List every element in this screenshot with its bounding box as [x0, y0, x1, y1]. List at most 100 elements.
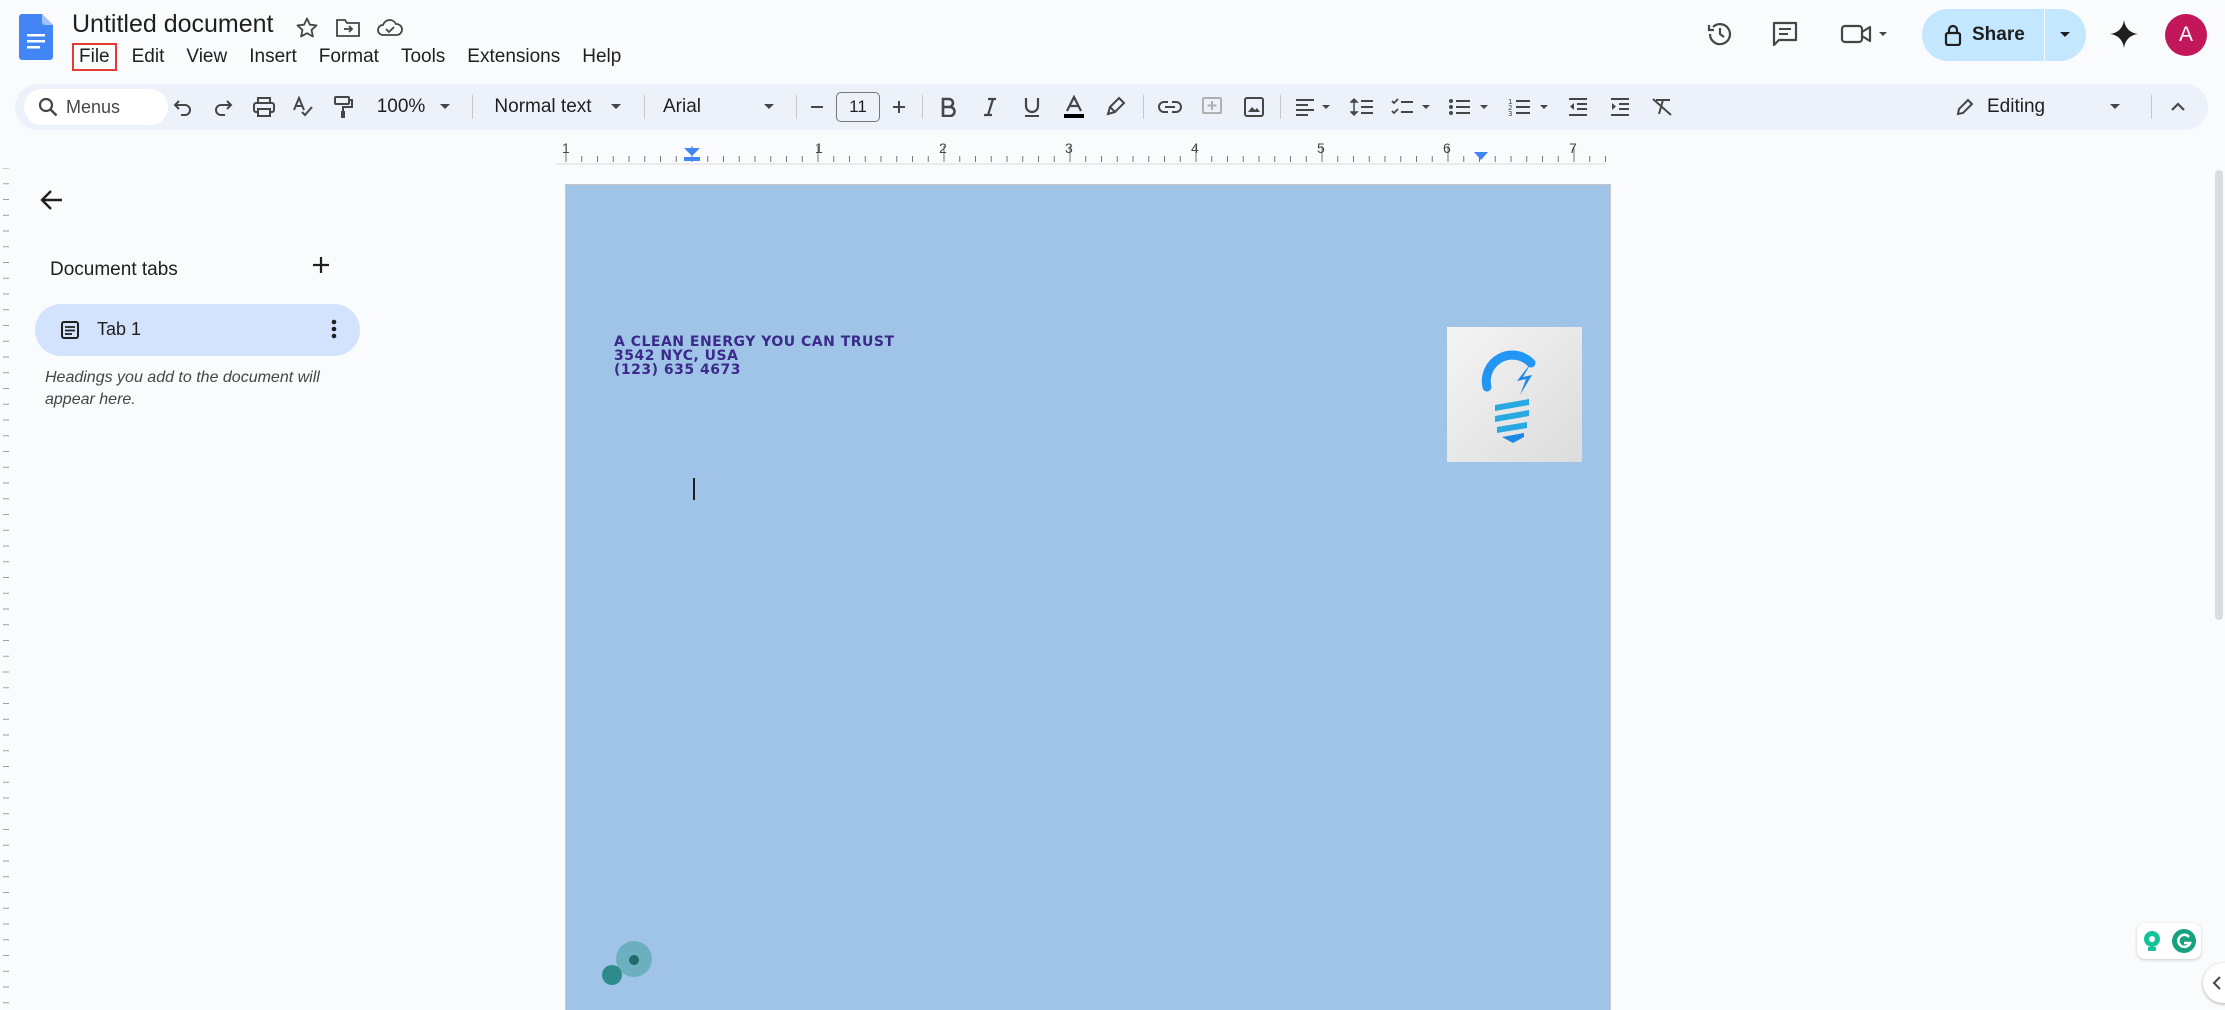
horizontal-ruler[interactable]: 1 1 2 3 4 5 6 7 [556, 140, 1606, 166]
editing-mode-value: Editing [1987, 96, 2046, 117]
letterhead-phone: (123) 635 4673 [614, 362, 741, 378]
add-tab-button[interactable] [310, 254, 332, 276]
text-cursor [693, 478, 695, 500]
align-icon[interactable] [1290, 91, 1338, 123]
menu-insert[interactable]: Insert [238, 44, 308, 70]
print-icon[interactable] [247, 91, 281, 123]
ruler-label: 1 [815, 140, 823, 156]
back-arrow-icon[interactable] [38, 186, 66, 214]
menu-bar: File Edit View Insert Format Tools Exten… [68, 43, 632, 71]
lightbulb-logo-icon[interactable] [1447, 327, 1582, 462]
clear-formatting-icon[interactable] [1646, 91, 1678, 123]
italic-icon[interactable] [974, 91, 1006, 123]
menu-format[interactable]: Format [308, 44, 390, 70]
menu-extensions[interactable]: Extensions [456, 44, 571, 70]
highlight-icon[interactable] [1100, 91, 1132, 123]
menus-search-label: Menus [66, 96, 121, 117]
avatar[interactable]: A [2165, 14, 2207, 56]
document-tabs-heading: Document tabs [50, 259, 178, 280]
increase-indent-icon[interactable] [1604, 91, 1636, 123]
share-label: Share [1972, 24, 2025, 45]
letterhead-tagline: A CLEAN ENERGY YOU CAN TRUST [614, 334, 895, 350]
ruler-label: 3 [1065, 140, 1073, 156]
ruler-label: 4 [1191, 140, 1199, 156]
font-value: Arial [663, 96, 702, 117]
floating-dot-small [602, 965, 622, 985]
sidebar-item-tab-1[interactable]: Tab 1 [35, 304, 360, 356]
vertical-ruler[interactable] [0, 168, 14, 1010]
add-comment-icon[interactable] [1195, 91, 1229, 123]
tab-label: Tab 1 [97, 319, 142, 339]
chevron-down-icon [610, 104, 621, 109]
svg-text:3: 3 [1508, 110, 1512, 117]
checklist-icon[interactable] [1387, 91, 1437, 123]
ruler-label: 5 [1317, 140, 1325, 156]
numbered-list-icon[interactable]: 123 [1505, 91, 1555, 123]
collapse-icon[interactable] [2162, 91, 2194, 123]
decrease-indent-icon[interactable] [1562, 91, 1594, 123]
zoom-select[interactable]: 100% [369, 91, 459, 123]
headings-hint: Headings you add to the document will ap… [45, 369, 320, 408]
share-dropdown-icon[interactable] [2045, 9, 2085, 61]
chevron-left-icon [2212, 976, 2221, 990]
font-size-field[interactable]: 11 [835, 91, 881, 123]
lock-icon [1944, 24, 1962, 46]
spellcheck-icon[interactable] [287, 91, 319, 123]
docs-logo-icon[interactable] [19, 14, 53, 60]
ruler-label: 7 [1569, 140, 1577, 156]
menu-edit[interactable]: Edit [121, 44, 176, 70]
style-value: Normal text [494, 96, 592, 117]
menu-help[interactable]: Help [571, 44, 632, 70]
paint-format-icon[interactable] [327, 91, 359, 123]
line-spacing-icon[interactable] [1345, 91, 1379, 123]
toolbar: Menus 100% Normal text Arial 11 1 2 3 Ed… [15, 84, 2208, 130]
document-tab-icon [60, 320, 80, 340]
menu-tools[interactable]: Tools [390, 44, 456, 70]
comments-icon[interactable] [1765, 14, 1805, 54]
menu-file[interactable]: File [72, 43, 117, 71]
ruler-label: 6 [1443, 140, 1451, 156]
history-icon[interactable] [1700, 14, 1740, 54]
insert-image-icon[interactable] [1237, 91, 1271, 123]
underline-icon[interactable] [1016, 91, 1048, 123]
move-folder-icon[interactable] [332, 12, 364, 44]
chevron-down-icon [440, 104, 451, 109]
lightbulb-icon[interactable] [2141, 929, 2163, 953]
text-color-icon[interactable] [1058, 91, 1090, 123]
font-select[interactable]: Arial [655, 91, 787, 123]
style-select[interactable]: Normal text [483, 91, 633, 123]
grammarly-widget[interactable] [2137, 923, 2201, 959]
search-icon [38, 97, 58, 117]
increase-font-size-button[interactable] [885, 91, 913, 123]
share-button[interactable]: Share [1922, 9, 2086, 61]
chevron-down-icon [2110, 104, 2121, 109]
side-panel-toggle[interactable] [2203, 963, 2225, 1003]
zoom-value: 100% [376, 96, 426, 117]
menus-search[interactable]: Menus [24, 89, 168, 125]
more-options-icon[interactable] [330, 316, 338, 342]
bold-icon[interactable] [932, 91, 964, 123]
document-title[interactable]: Untitled document [72, 10, 274, 39]
editing-mode-select[interactable]: Editing [1955, 91, 2145, 123]
meet-icon[interactable] [1835, 14, 1895, 54]
bullet-list-icon[interactable] [1445, 91, 1495, 123]
ruler-label: 1 [562, 140, 570, 156]
letterhead[interactable]: A CLEAN ENERGY YOU CAN TRUST 3542 NYC, U… [614, 335, 895, 377]
menu-view[interactable]: View [175, 44, 238, 70]
pencil-icon [1956, 98, 1974, 116]
decrease-font-size-button[interactable] [803, 91, 831, 123]
star-icon[interactable] [291, 12, 323, 44]
grammarly-icon[interactable] [2171, 928, 2197, 954]
undo-icon[interactable] [167, 91, 199, 123]
font-size-value: 11 [836, 92, 880, 122]
cloud-saved-icon[interactable] [374, 12, 406, 44]
gemini-sparkle-icon[interactable] [2104, 14, 2144, 54]
redo-icon[interactable] [207, 91, 239, 123]
letterhead-address: 3542 NYC, USA [614, 348, 739, 364]
ruler-label: 2 [939, 140, 947, 156]
floating-dot-center [629, 955, 639, 965]
chevron-down-icon [764, 104, 775, 109]
vertical-scrollbar[interactable] [2215, 170, 2223, 620]
link-icon[interactable] [1153, 91, 1187, 123]
document-page[interactable]: A CLEAN ENERGY YOU CAN TRUST 3542 NYC, U… [566, 185, 1610, 1010]
